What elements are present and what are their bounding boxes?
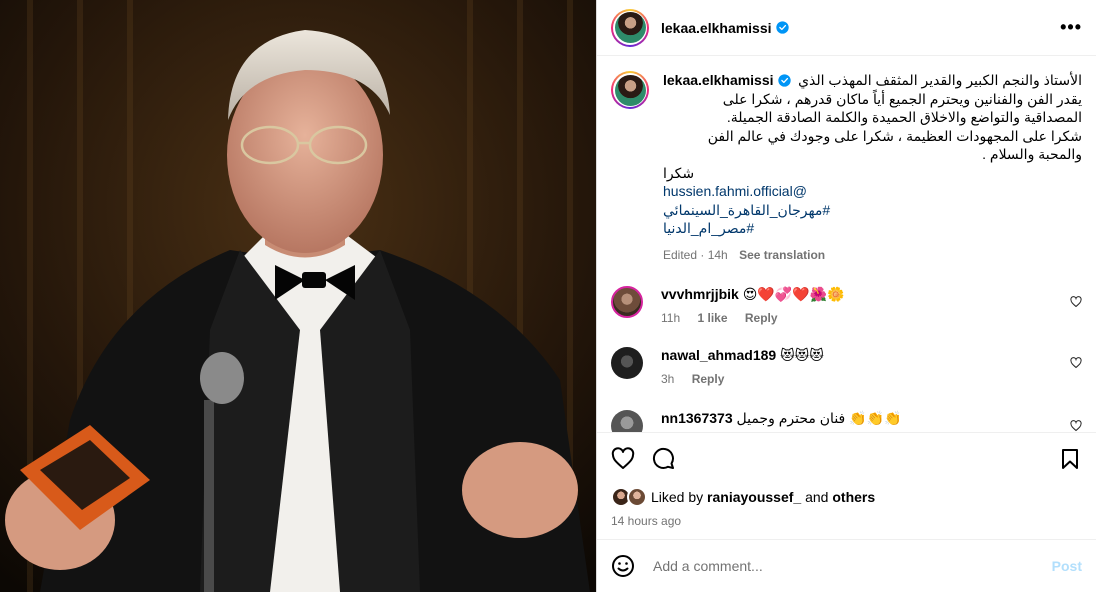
comment-input[interactable]	[653, 558, 1052, 574]
author-avatar-image	[614, 12, 646, 43]
comment-text: فنان محترم وجميل 👏👏👏	[736, 410, 902, 426]
edited-time[interactable]: 14h	[708, 248, 728, 262]
comment-like-heart-icon[interactable]	[1070, 420, 1082, 432]
post-photo-image	[0, 0, 596, 592]
caption-line-1: lekaa.elkhamissi الأستاذ والنجم الكبير و…	[663, 71, 1082, 90]
caption-text-1: الأستاذ والنجم الكبير والقدير المثقف الم…	[798, 72, 1082, 88]
more-options-icon[interactable]: •••	[1060, 17, 1082, 38]
comment-username[interactable]: nn1367373	[661, 410, 733, 426]
caption-avatar[interactable]	[611, 71, 649, 109]
caption-mention-link[interactable]: hussien.fahmi.official@	[663, 183, 807, 199]
caption-line-4: شكرا على المجهودات العظيمة ، شكرا على وج…	[707, 127, 1082, 144]
author-username[interactable]: lekaa.elkhamissi	[661, 20, 772, 36]
comment-reply-button[interactable]: Reply	[745, 311, 778, 325]
emoji-icon[interactable]	[611, 554, 635, 578]
comment-avatar[interactable]	[611, 286, 643, 318]
see-translation-button[interactable]: See translation	[739, 248, 825, 262]
comment-text: 😻😻😻	[780, 347, 824, 363]
caption-verified-icon	[777, 74, 791, 87]
post-photo[interactable]	[0, 0, 596, 592]
post-comment-button[interactable]: Post	[1052, 558, 1082, 574]
author-avatar[interactable]	[611, 8, 649, 47]
hashtag-link-1[interactable]: #مهرجان_القاهرة_السينمائي	[663, 202, 830, 218]
comment-time[interactable]: 3h	[661, 372, 674, 386]
post-side-panel: lekaa.elkhamissi ••• lekaa.elkhamissi ال…	[596, 0, 1096, 592]
post-time-ago[interactable]: 14 hours ago	[611, 514, 1082, 528]
comment-likes[interactable]: 1 like	[697, 311, 727, 325]
post-header: lekaa.elkhamissi •••	[597, 0, 1096, 56]
comment-like-heart-icon[interactable]	[1070, 357, 1082, 369]
liked-by-others[interactable]: others	[832, 489, 875, 505]
comment-avatar[interactable]	[611, 347, 643, 379]
hashtag-link-2[interactable]: #مصر_ام_الدنيا	[663, 220, 754, 236]
liked-by-row: Liked by raniayoussef_ and others	[611, 487, 1082, 507]
post-caption: lekaa.elkhamissi الأستاذ والنجم الكبير و…	[597, 57, 1096, 264]
caption-username[interactable]: lekaa.elkhamissi	[663, 71, 774, 90]
liker-avatar	[627, 487, 647, 507]
add-comment-bar: Post	[597, 539, 1096, 592]
post-actions: Liked by raniayoussef_ and others 14 hou…	[597, 432, 1096, 528]
comment-item: nawal_ahmad189 😻😻😻 3h Reply	[597, 347, 1096, 386]
comment-time[interactable]: 11h	[661, 311, 680, 325]
comment-text: 😍❤️💞❤️🌺🌼	[742, 286, 845, 302]
comments-scroll-area[interactable]: lekaa.elkhamissi الأستاذ والنجم الكبير و…	[597, 57, 1096, 432]
comment-avatar[interactable]	[611, 410, 643, 432]
comment-item: nn1367373 فنان محترم وجميل 👏👏👏	[597, 410, 1096, 432]
comment-username[interactable]: nawal_ahmad189	[661, 347, 776, 363]
liked-by-prefix: Liked by	[651, 489, 704, 505]
caption-meta: Edited · 14h See translation	[663, 247, 826, 262]
comment-reply-button[interactable]: Reply	[692, 372, 725, 386]
liked-by-and: and	[805, 489, 829, 505]
verified-badge-icon	[775, 21, 789, 34]
liker-avatars[interactable]	[611, 487, 647, 507]
edited-label: Edited	[663, 247, 698, 262]
caption-avatar-image	[614, 74, 646, 106]
comment-username[interactable]: vvvhmrjjbik	[661, 286, 739, 302]
like-heart-icon[interactable]	[611, 447, 635, 471]
caption-line-3: المصداقية والتواضع والاخلاق الحميدة والك…	[726, 109, 1082, 125]
comment-item: vvvhmrjjbik 😍❤️💞❤️🌺🌼 11h 1 like Reply	[597, 286, 1096, 325]
caption-line-6: شكرا	[663, 164, 695, 181]
caption-line-2: يقدر الفن والفنانين ويحترم الجميع أياً م…	[722, 90, 1082, 107]
caption-line-5: والمحبة والسلام .	[982, 146, 1082, 162]
liked-by-user[interactable]: raniayoussef_	[707, 489, 801, 505]
comment-like-heart-icon[interactable]	[1070, 296, 1082, 308]
comment-bubble-icon[interactable]	[651, 447, 675, 471]
save-bookmark-icon[interactable]	[1058, 447, 1082, 471]
